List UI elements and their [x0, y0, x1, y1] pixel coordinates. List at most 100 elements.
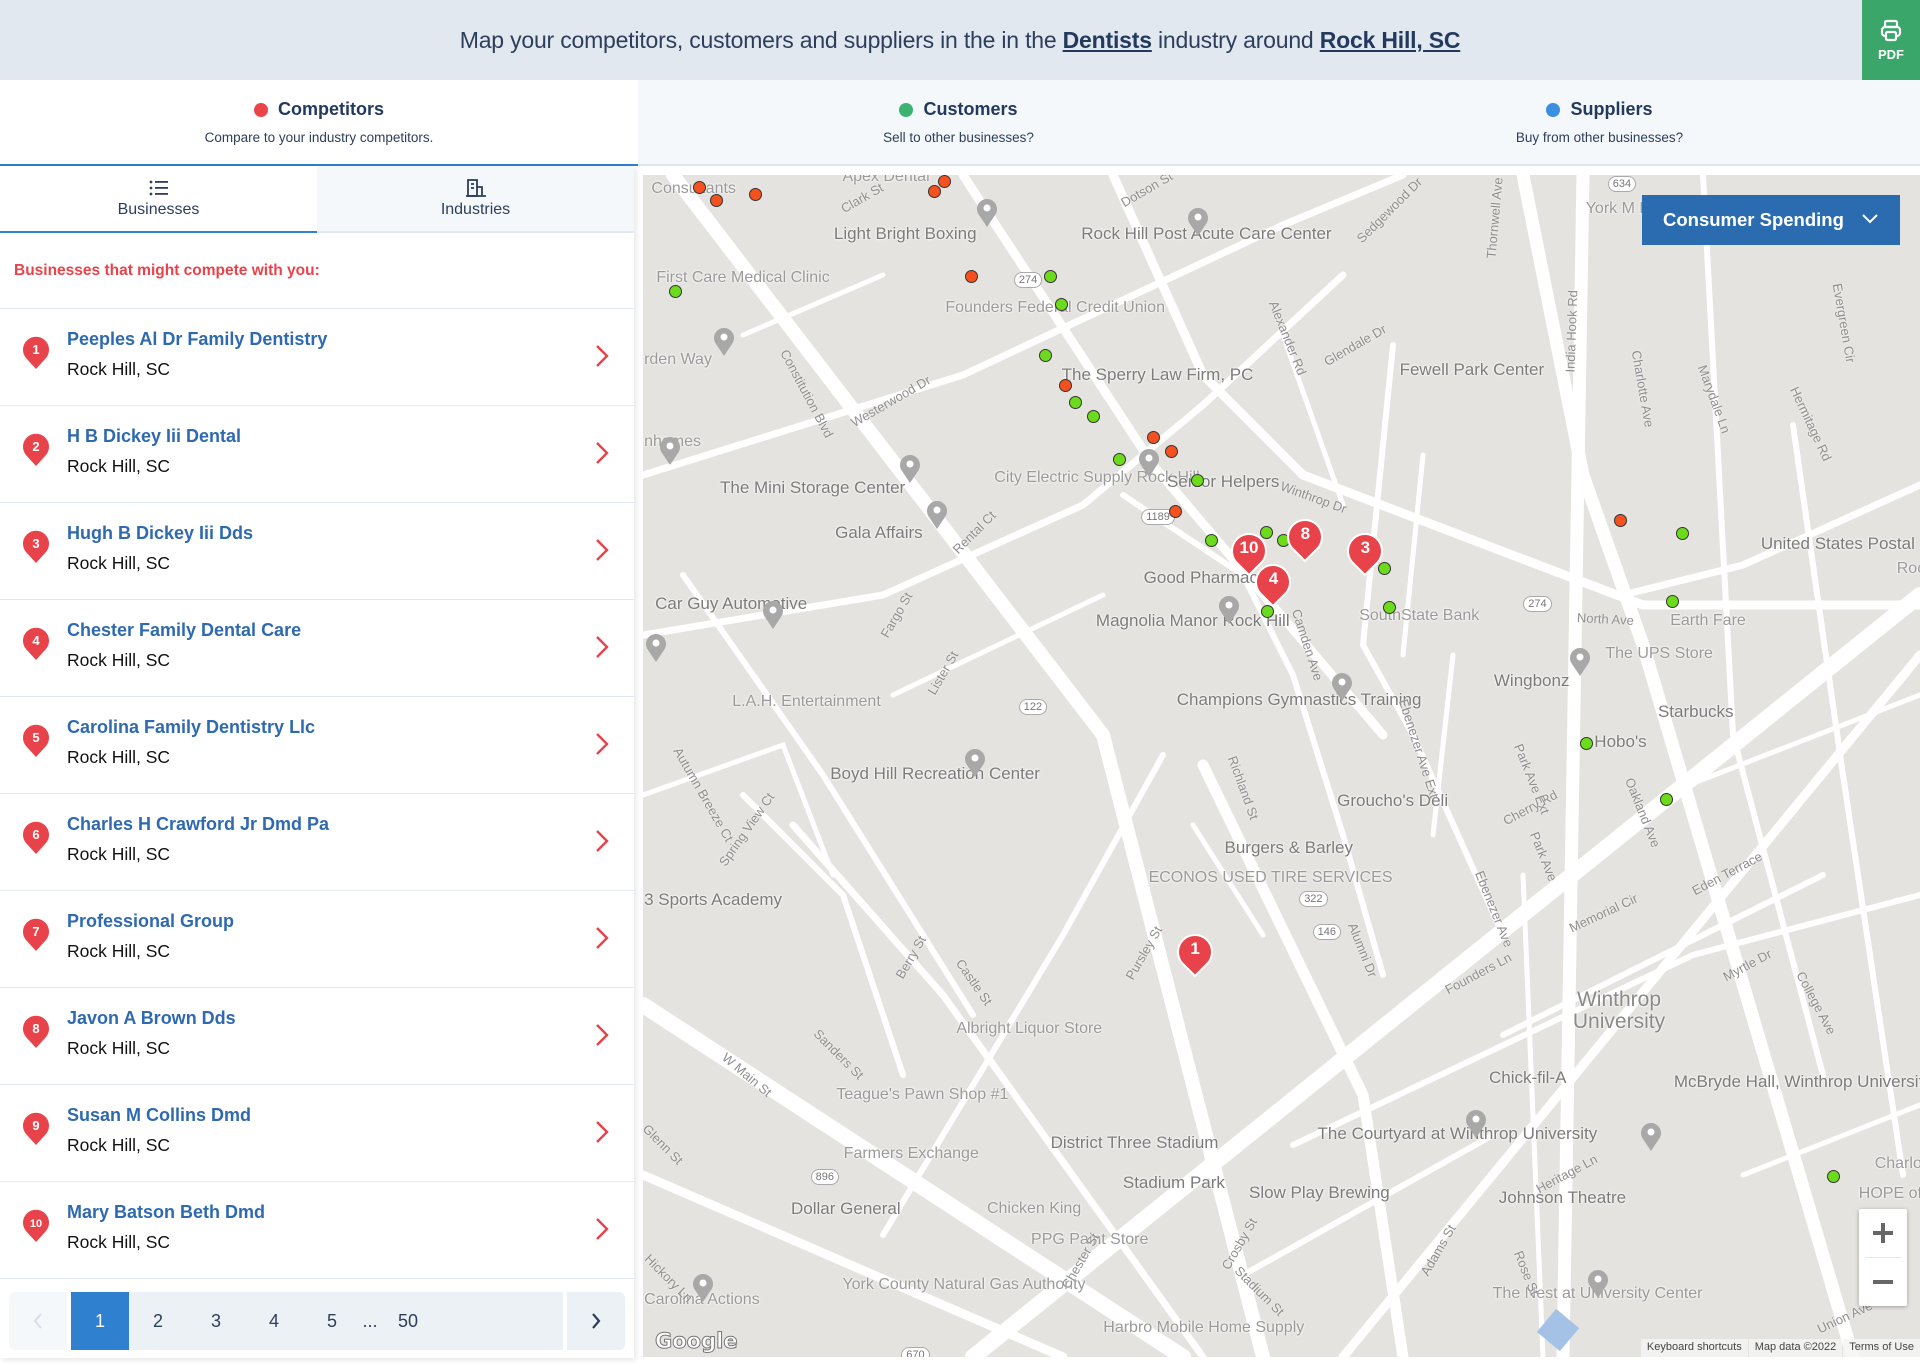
chevron-right-icon[interactable]: [594, 1022, 610, 1048]
business-name[interactable]: H B Dickey Iii Dental: [67, 426, 241, 447]
zoom-in-button[interactable]: [1859, 1209, 1907, 1257]
pdf-button[interactable]: PDF: [1862, 0, 1920, 80]
map-place-label[interactable]: Winthrop University: [1549, 989, 1689, 1033]
map-place-label[interactable]: The Courtyard at Winthrop University: [1318, 1125, 1598, 1142]
chevron-right-icon[interactable]: [594, 634, 610, 660]
page-button[interactable]: 2: [129, 1292, 187, 1350]
tab-businesses[interactable]: Businesses: [0, 166, 317, 233]
chevron-right-icon[interactable]: [594, 537, 610, 563]
map-location-pin-icon[interactable]: [976, 198, 998, 228]
business-name[interactable]: Javon A Brown Dds: [67, 1008, 236, 1029]
consumer-spending-dropdown[interactable]: Consumer Spending: [1642, 195, 1900, 245]
map-place-label[interactable]: Wingbonz: [1494, 672, 1570, 689]
page-button[interactable]: 1: [71, 1292, 129, 1350]
map-place-label[interactable]: Light Bright Boxing: [834, 225, 977, 242]
map-business-dot-competitor[interactable]: [692, 180, 706, 194]
map-location-pin-icon[interactable]: [926, 500, 948, 530]
map-location-pin-icon[interactable]: [659, 436, 681, 466]
tab-competitors[interactable]: Competitors Compare to your industry com…: [0, 80, 638, 166]
map-place-label[interactable]: Hobo's: [1594, 733, 1646, 750]
map-business-dot-customer[interactable]: [1112, 452, 1126, 466]
map-location-pin-icon[interactable]: [899, 454, 921, 484]
map-location-pin-icon[interactable]: [645, 633, 667, 663]
map-location-pin-icon[interactable]: [1331, 672, 1353, 702]
map-place-label[interactable]: First Care Medical Clinic: [656, 269, 829, 286]
business-list-item[interactable]: 2 H B Dickey Iii Dental Rock Hill, SC: [0, 406, 634, 503]
map-business-dot-customer[interactable]: [1191, 473, 1205, 487]
map-business-dot-customer[interactable]: [1039, 348, 1053, 362]
map-place-label[interactable]: Chicken King: [987, 1200, 1081, 1217]
business-name[interactable]: Charles H Crawford Jr Dmd Pa: [67, 814, 329, 835]
chevron-right-icon[interactable]: [594, 731, 610, 757]
map-location-pin-icon[interactable]: [1138, 448, 1160, 478]
business-name[interactable]: Mary Batson Beth Dmd: [67, 1202, 265, 1223]
map-location-pin-icon[interactable]: [1218, 595, 1240, 625]
business-name[interactable]: Peeples Al Dr Family Dentistry: [67, 329, 327, 350]
chevron-right-icon[interactable]: [594, 343, 610, 369]
business-list-item[interactable]: 8 Javon A Brown Dds Rock Hill, SC: [0, 988, 634, 1085]
business-list-item[interactable]: 1 Peeples Al Dr Family Dentistry Rock Hill…: [0, 309, 634, 406]
business-name[interactable]: Susan M Collins Dmd: [67, 1105, 251, 1126]
map-place-label[interactable]: Teague's Pawn Shop #1: [836, 1086, 1008, 1103]
business-list-item[interactable]: 4 Chester Family Dental Care Rock Hill, SC: [0, 600, 634, 697]
map-place-label[interactable]: The UPS Store: [1605, 645, 1713, 662]
competitor-map-pin[interactable]: 10: [1230, 531, 1268, 577]
business-name[interactable]: Carolina Family Dentistry Llc: [67, 717, 315, 738]
map-location-pin-icon[interactable]: [1187, 207, 1209, 237]
terms-link[interactable]: Terms of Use: [1843, 1339, 1920, 1357]
tab-suppliers[interactable]: Suppliers Buy from other businesses?: [1279, 80, 1920, 166]
map-business-dot-competitor[interactable]: [964, 270, 978, 284]
map-place-label[interactable]: The Mini Storage Center: [720, 479, 905, 496]
map-place-label[interactable]: Farmers Exchange: [844, 1145, 979, 1162]
business-list-item[interactable]: 3 Hugh B Dickey Iii Dds Rock Hill, SC: [0, 503, 634, 600]
map-location-pin-icon[interactable]: [692, 1273, 714, 1303]
map-place-label[interactable]: ECONOS USED TIRE SERVICES: [1149, 869, 1393, 886]
tab-industries[interactable]: Industries: [317, 166, 634, 233]
map-business-dot-competitor[interactable]: [927, 184, 941, 198]
map-place-label[interactable]: Chick-fil-A: [1489, 1069, 1566, 1086]
map-business-dot-customer[interactable]: [1204, 533, 1218, 547]
business-list-item[interactable]: 6 Charles H Crawford Jr Dmd Pa Rock Hill, …: [0, 794, 634, 891]
business-list-item[interactable]: 9 Susan M Collins Dmd Rock Hill, SC: [0, 1085, 634, 1182]
map-place-label[interactable]: Fewell Park Center: [1400, 361, 1545, 378]
business-name[interactable]: Hugh B Dickey Iii Dds: [67, 523, 253, 544]
map-place-label[interactable]: Johnson Theatre: [1499, 1189, 1626, 1206]
chevron-right-icon[interactable]: [594, 1216, 610, 1242]
map-place-label[interactable]: Senior Helpers: [1167, 473, 1279, 490]
chevron-right-icon[interactable]: [594, 925, 610, 951]
map-place-label[interactable]: District Three Stadium: [1051, 1134, 1219, 1151]
keyboard-shortcuts-link[interactable]: Keyboard shortcuts: [1640, 1339, 1748, 1357]
map-place-label[interactable]: Charlo: [1875, 1155, 1920, 1172]
map[interactable]: ConsultantsApex DentalLight Bright Boxin…: [643, 175, 1920, 1357]
map-business-dot-customer[interactable]: [1826, 1170, 1840, 1184]
map-place-label[interactable]: Magnolia Manor Rock Hill: [1096, 612, 1290, 629]
map-location-pin-icon[interactable]: [1640, 1122, 1662, 1152]
map-place-label[interactable]: Earth Fare: [1670, 612, 1746, 629]
map-place-label[interactable]: Car Guy Automotive: [655, 595, 807, 612]
prev-page-button[interactable]: [9, 1292, 67, 1350]
competitor-map-pin[interactable]: 8: [1286, 517, 1324, 563]
map-location-pin-icon[interactable]: [1569, 647, 1591, 677]
map-place-label[interactable]: United States Postal Service: [1761, 535, 1920, 552]
location-link[interactable]: Rock Hill, SC: [1320, 27, 1461, 53]
map-location-pin-icon[interactable]: [713, 327, 735, 357]
competitor-map-pin[interactable]: 3: [1346, 531, 1384, 577]
map-place-label[interactable]: L.A.H. Entertainment: [732, 693, 881, 710]
business-name[interactable]: Chester Family Dental Care: [67, 620, 301, 641]
next-page-button[interactable]: [567, 1292, 625, 1350]
map-place-label[interactable]: McBryde Hall, Winthrop University: [1674, 1073, 1920, 1090]
map-location-pin-icon[interactable]: [762, 600, 784, 630]
business-list-item[interactable]: 7 Professional Group Rock Hill, SC: [0, 891, 634, 988]
map-location-pin-icon[interactable]: [1587, 1269, 1609, 1299]
industry-link[interactable]: Dentists: [1063, 27, 1152, 53]
map-place-label[interactable]: Stadium Park: [1123, 1174, 1225, 1191]
map-place-label[interactable]: Roc: [1897, 560, 1920, 577]
map-place-label[interactable]: York County Natural Gas Authority: [842, 1276, 1085, 1293]
page-button-last[interactable]: 50: [379, 1292, 437, 1350]
map-place-label[interactable]: Apex Dental: [842, 175, 929, 185]
business-list-item[interactable]: 5 Carolina Family Dentistry Llc Rock Hill,…: [0, 697, 634, 794]
tab-customers[interactable]: Customers Sell to other businesses?: [638, 80, 1279, 166]
map-place-label[interactable]: Harbro Mobile Home Supply: [1103, 1319, 1304, 1336]
business-name[interactable]: Professional Group: [67, 911, 234, 932]
map-location-pin-icon[interactable]: [1465, 1109, 1487, 1139]
